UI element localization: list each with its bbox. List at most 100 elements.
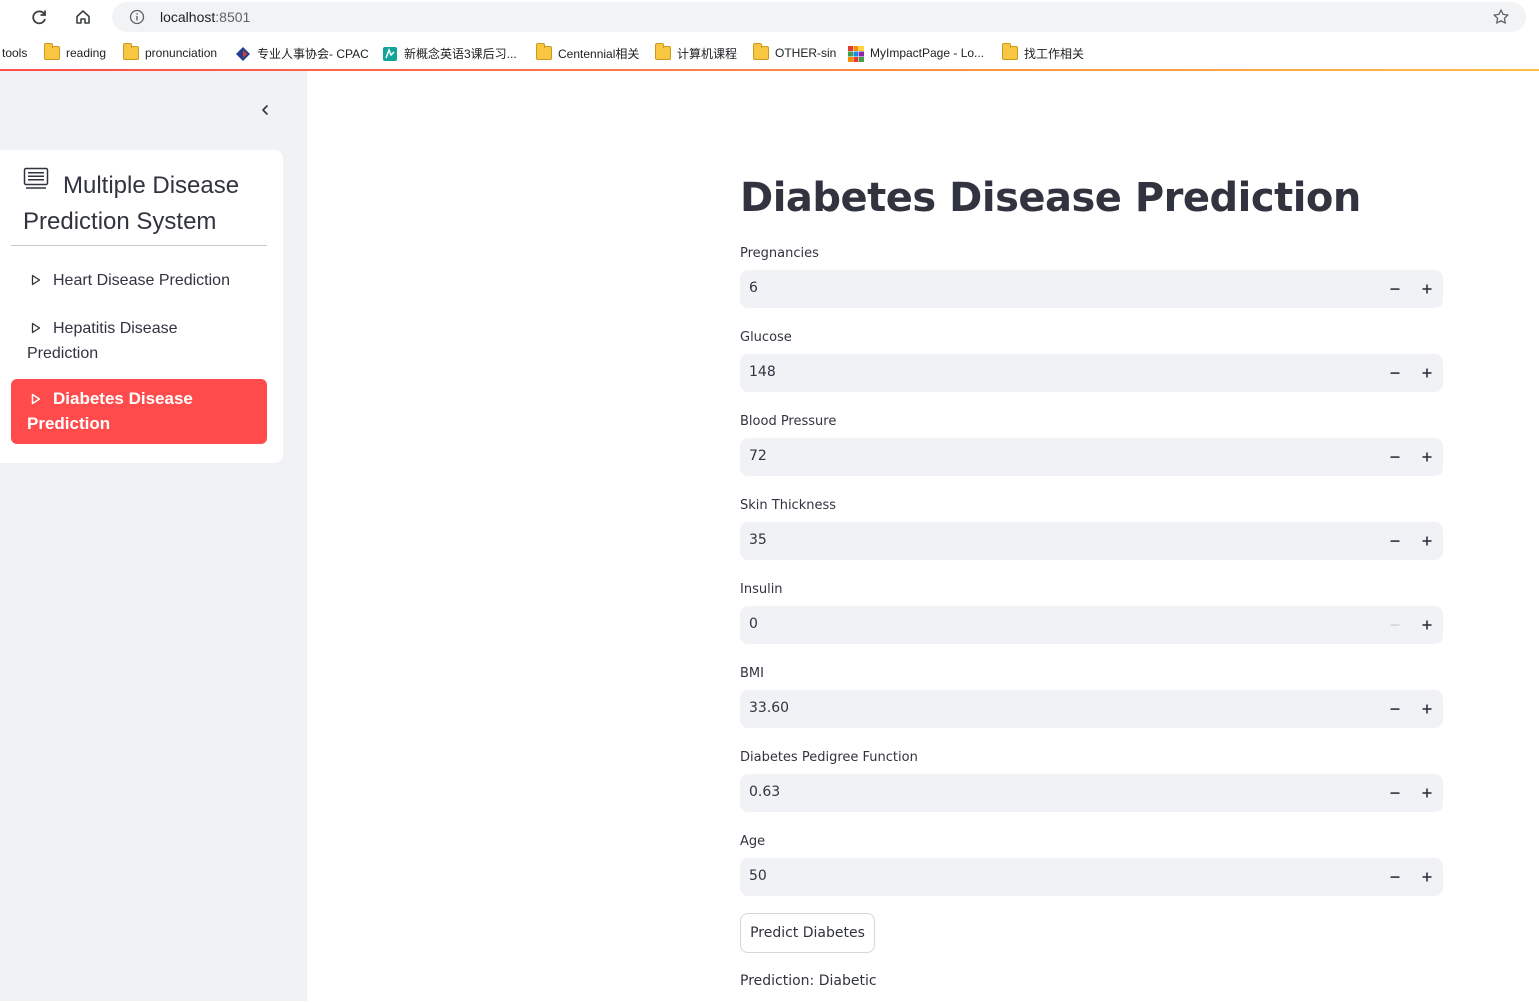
blood-pressure-label: Blood Pressure [740, 414, 837, 429]
increment-button[interactable] [1411, 774, 1443, 812]
plus-icon [1422, 788, 1432, 798]
grid-logo-icon [848, 46, 864, 62]
bmi-label: BMI [740, 666, 764, 681]
diabetes-pedigree-function-value[interactable]: 0.63 [749, 784, 780, 800]
minus-icon [1390, 792, 1400, 794]
bookmark-pronunciation[interactable]: pronunciation [123, 43, 217, 62]
skin-thickness-number-input[interactable]: 35 [740, 522, 1443, 560]
site-icon [382, 46, 398, 61]
decrement-button[interactable] [1379, 606, 1411, 644]
bookmarks-bar: tools reading pronunciation 专业人事协会- CPAC… [0, 35, 1539, 70]
insulin-number-input[interactable]: 0 [740, 606, 1443, 644]
minus-icon [1390, 372, 1400, 374]
pregnancies-value[interactable]: 6 [749, 280, 758, 296]
decrement-button[interactable] [1379, 270, 1411, 308]
cpac-logo-icon [235, 46, 251, 61]
play-icon [31, 270, 41, 294]
chevron-left-icon [262, 105, 268, 115]
address-bar[interactable]: localhost:8501 [112, 2, 1526, 32]
site-info-icon[interactable] [129, 9, 145, 30]
decrement-button[interactable] [1379, 774, 1411, 812]
collapse-sidebar-button[interactable] [254, 99, 276, 121]
sidebar: Multiple Disease Prediction System Heart… [0, 71, 307, 1001]
bmi-value[interactable]: 33.60 [749, 700, 789, 716]
option-menu: Multiple Disease Prediction System Heart… [0, 150, 283, 463]
skin-thickness-label: Skin Thickness [740, 498, 837, 513]
menu-divider [11, 245, 267, 246]
menu-title: Multiple Disease Prediction System [23, 166, 273, 240]
increment-button[interactable] [1411, 354, 1443, 392]
play-icon [31, 388, 41, 412]
predict-diabetes-button[interactable]: Predict Diabetes [740, 913, 875, 953]
age-value[interactable]: 50 [749, 868, 767, 884]
plus-icon [1422, 452, 1432, 462]
reload-icon[interactable] [26, 4, 52, 30]
bookmark-computer-courses[interactable]: 计算机课程 [655, 43, 737, 62]
url-text[interactable]: localhost:8501 [160, 9, 250, 25]
glucose-value[interactable]: 148 [749, 364, 776, 380]
diabetes-pedigree-function-number-input[interactable]: 0.63 [740, 774, 1443, 812]
decrement-button[interactable] [1379, 522, 1411, 560]
increment-button[interactable] [1411, 606, 1443, 644]
glucose-number-input[interactable]: 148 [740, 354, 1443, 392]
play-icon [31, 318, 41, 342]
plus-icon [1422, 872, 1432, 882]
minus-icon [1390, 708, 1400, 710]
folder-icon [655, 43, 671, 60]
menu-item-hepatitis-disease[interactable]: Hepatitis Disease Prediction [11, 309, 267, 374]
menu-item-heart-disease[interactable]: Heart Disease Prediction [11, 261, 267, 302]
minus-icon [1390, 624, 1400, 626]
bookmark-other-sin[interactable]: OTHER-sin [753, 43, 836, 62]
folder-icon [536, 43, 552, 60]
main-content: Diabetes Disease Prediction Pregnancies 6… [307, 71, 1539, 1001]
plus-icon [1422, 284, 1432, 294]
page-title: Diabetes Disease Prediction [740, 175, 1361, 221]
age-label: Age [740, 834, 766, 849]
skin-thickness-value[interactable]: 35 [749, 532, 767, 548]
increment-button[interactable] [1411, 270, 1443, 308]
minus-icon [1390, 540, 1400, 542]
pregnancies-number-input[interactable]: 6 [740, 270, 1443, 308]
bookmark-cpac[interactable]: 专业人事协会- CPAC [235, 44, 369, 62]
bmi-number-input[interactable]: 33.60 [740, 690, 1443, 728]
folder-icon [44, 43, 60, 60]
decrement-button[interactable] [1379, 438, 1411, 476]
folder-icon [123, 43, 139, 60]
plus-icon [1422, 704, 1432, 714]
pregnancies-label: Pregnancies [740, 246, 819, 261]
diabetes-pedigree-function-label: Diabetes Pedigree Function [740, 750, 918, 765]
menu-icon [23, 166, 49, 202]
age-number-input[interactable]: 50 [740, 858, 1443, 896]
bookmark-centennial[interactable]: Centennial相关 [536, 43, 639, 62]
minus-icon [1390, 456, 1400, 458]
bookmark-star-icon[interactable] [1492, 8, 1510, 31]
browser-toolbar: localhost:8501 [0, 0, 1539, 35]
increment-button[interactable] [1411, 522, 1443, 560]
bookmark-myimpactpage[interactable]: MyImpactPage - Lo... [848, 44, 984, 62]
blood-pressure-number-input[interactable]: 72 [740, 438, 1443, 476]
plus-icon [1422, 620, 1432, 630]
minus-icon [1390, 876, 1400, 878]
increment-button[interactable] [1411, 438, 1443, 476]
plus-icon [1422, 536, 1432, 546]
menu-item-diabetes-disease[interactable]: Diabetes Disease Prediction [11, 379, 267, 444]
bookmark-new-concept-english[interactable]: 新概念英语3课后习... [382, 44, 517, 62]
folder-icon [753, 43, 769, 60]
increment-button[interactable] [1411, 858, 1443, 896]
folder-icon [1002, 43, 1018, 60]
minus-icon [1390, 288, 1400, 290]
bookmark-tools[interactable]: tools [2, 44, 27, 62]
insulin-label: Insulin [740, 582, 783, 597]
plus-icon [1422, 368, 1432, 378]
insulin-value[interactable]: 0 [749, 616, 758, 632]
decrement-button[interactable] [1379, 858, 1411, 896]
glucose-label: Glucose [740, 330, 792, 345]
increment-button[interactable] [1411, 690, 1443, 728]
blood-pressure-value[interactable]: 72 [749, 448, 767, 464]
bookmark-job-search[interactable]: 找工作相关 [1002, 43, 1084, 62]
home-icon[interactable] [70, 4, 96, 30]
bookmark-reading[interactable]: reading [44, 43, 106, 62]
prediction-result: Prediction: Diabetic [740, 973, 877, 989]
decrement-button[interactable] [1379, 690, 1411, 728]
decrement-button[interactable] [1379, 354, 1411, 392]
